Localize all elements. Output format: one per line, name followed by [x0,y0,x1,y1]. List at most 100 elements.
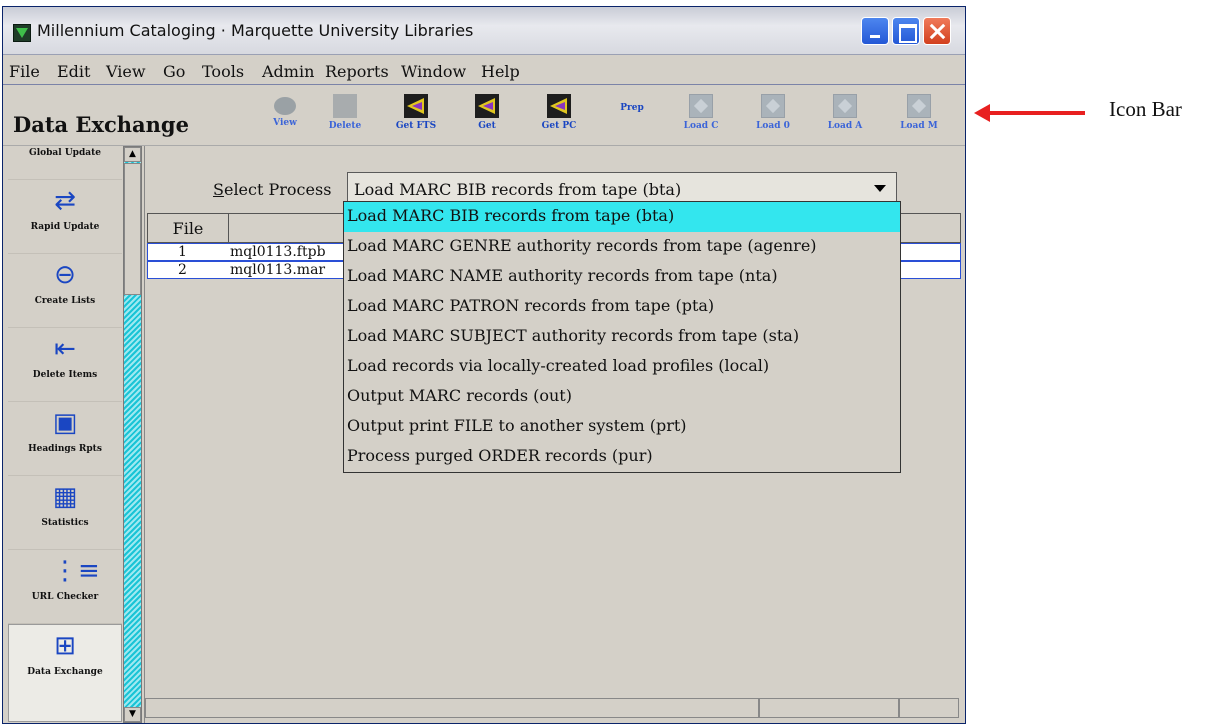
option-output-marc[interactable]: Output MARC records (out) [344,382,900,412]
window-title: Millennium Cataloging · Marquette Univer… [37,21,474,40]
close-button[interactable] [923,17,951,45]
file-name: mql0113.ftpb [230,244,326,260]
menu-admin[interactable]: Admin [262,62,314,81]
scroll-down-button[interactable]: ▼ [124,707,141,722]
url-checker-icon: ⋮≡ [52,556,100,586]
headings-rpts-icon: ▣ [52,408,78,438]
delete-label: Delete [328,121,362,131]
data-exchange-icon: ⊞ [54,631,76,661]
option-output-print-file[interactable]: Output print FILE to another system (prt… [344,412,900,442]
delete-icon [333,94,357,118]
load-0-button[interactable]: Load 0 [743,94,803,142]
load-m-button[interactable]: Load M [889,94,949,142]
annotation-arrow [987,111,1085,115]
file-number: 2 [178,262,187,278]
status-cell [145,698,759,718]
view-label: View [273,118,297,128]
sidebar-item-data-exchange[interactable]: ⊞ Data Exchange [8,624,122,722]
get-button[interactable]: Get [457,94,517,142]
get-pc-button[interactable]: Get PC [529,94,589,142]
load-m-label: Load M [900,121,938,131]
load-c-icon [689,94,713,118]
select-process-value: Load MARC BIB records from tape (bta) [354,180,682,199]
option-load-marc-patron[interactable]: Load MARC PATRON records from tape (pta) [344,292,900,322]
file-number: 1 [178,244,187,260]
get-pc-label: Get PC [541,121,577,131]
sidebar-item-statistics[interactable]: ▦ Statistics [8,476,122,550]
scroll-up-button[interactable]: ▲ [124,147,141,162]
sidebar-label: Data Exchange [27,667,103,677]
option-load-marc-bib[interactable]: Load MARC BIB records from tape (bta) [344,202,900,232]
create-lists-icon: ⊖ [54,260,76,290]
sidebar-label: Global Update [29,148,101,158]
minimize-button[interactable] [861,17,889,45]
load-a-icon [833,94,857,118]
load-a-label: Load A [827,121,863,131]
menu-view[interactable]: View [106,62,146,81]
delete-button[interactable]: Delete [315,94,375,142]
load-c-label: Load C [683,121,719,131]
sidebar-label: Rapid Update [30,222,100,232]
get-label: Get [478,121,496,131]
option-load-local-profiles[interactable]: Load records via locally-created load pr… [344,352,900,382]
option-process-purged-order[interactable]: Process purged ORDER records (pur) [344,442,900,472]
status-cell [759,698,899,718]
menu-reports[interactable]: Reports [325,62,389,81]
load-c-button[interactable]: Load C [671,94,731,142]
get-fts-label: Get FTS [395,121,437,131]
status-bar [145,698,959,718]
option-load-marc-subject[interactable]: Load MARC SUBJECT authority records from… [344,322,900,352]
delete-items-icon: ⇤ [54,334,76,364]
get-pc-icon [547,94,571,118]
sidebar-item-delete-items[interactable]: ⇤ Delete Items [8,328,122,402]
file-name: mql0113.mar [230,262,326,278]
load-a-button[interactable]: Load A [815,94,875,142]
option-load-marc-name[interactable]: Load MARC NAME authority records from ta… [344,262,900,292]
sidebar-item-global-update[interactable]: ☰ Global Update [8,146,122,180]
sidebar-label: Statistics [41,518,89,528]
select-process-label-text: elect Process [223,180,332,199]
prep-button[interactable]: Prep [602,100,662,148]
menu-tools[interactable]: Tools [202,62,244,81]
sidebar-list: ☰ Global Update ⇄ Rapid Update ⊖ Create … [8,146,122,723]
title-bar[interactable]: Millennium Cataloging · Marquette Univer… [3,7,965,55]
statistics-icon: ▦ [52,482,78,512]
menu-help[interactable]: Help [481,62,520,81]
sidebar-item-create-lists[interactable]: ⊖ Create Lists [8,254,122,328]
status-cell [899,698,959,718]
mode-title: Data Exchange [13,112,189,137]
chevron-down-icon[interactable] [874,185,886,192]
rapid-update-icon: ⇄ [54,186,76,216]
sidebar-scrollbar[interactable]: ▲ ▼ [123,146,142,723]
view-button[interactable]: View [255,94,315,142]
select-process-mnemonic: S [213,180,224,199]
sidebar-label: Create Lists [34,296,96,306]
load-0-icon [761,94,785,118]
get-icon [475,94,499,118]
get-fts-button[interactable]: Get FTS [386,94,446,142]
column-header-file[interactable]: File [147,213,229,243]
menu-window[interactable]: Window [401,62,466,81]
maximize-button[interactable] [892,17,920,45]
sidebar-label: Delete Items [32,370,98,380]
sidebar-label: URL Checker [31,592,99,602]
menu-file[interactable]: File [9,62,40,81]
view-icon [274,97,296,115]
icon-bar-annotation: Icon Bar [1109,97,1182,121]
get-fts-icon [404,94,428,118]
load-m-icon [907,94,931,118]
menu-edit[interactable]: Edit [57,62,90,81]
function-sidebar: ☰ Global Update ⇄ Rapid Update ⊖ Create … [8,146,142,723]
menu-go[interactable]: Go [163,62,185,81]
menu-bar: File Edit View Go Tools Admin Reports Wi… [3,56,965,85]
scrollbar-thumb[interactable] [124,163,141,295]
prep-label: Prep [620,103,644,113]
sidebar-item-url-checker[interactable]: ⋮≡ URL Checker [8,550,122,624]
option-load-marc-genre[interactable]: Load MARC GENRE authority records from t… [344,232,900,262]
icon-bar: Data Exchange View Delete Get FTS Get Ge… [3,86,965,146]
process-options-list: Load MARC BIB records from tape (bta) Lo… [343,201,901,473]
sidebar-item-headings-rpts[interactable]: ▣ Headings Rpts [8,402,122,476]
select-process-label: Select Process [213,180,331,199]
sidebar-item-rapid-update[interactable]: ⇄ Rapid Update [8,180,122,254]
load-0-label: Load 0 [756,121,790,131]
